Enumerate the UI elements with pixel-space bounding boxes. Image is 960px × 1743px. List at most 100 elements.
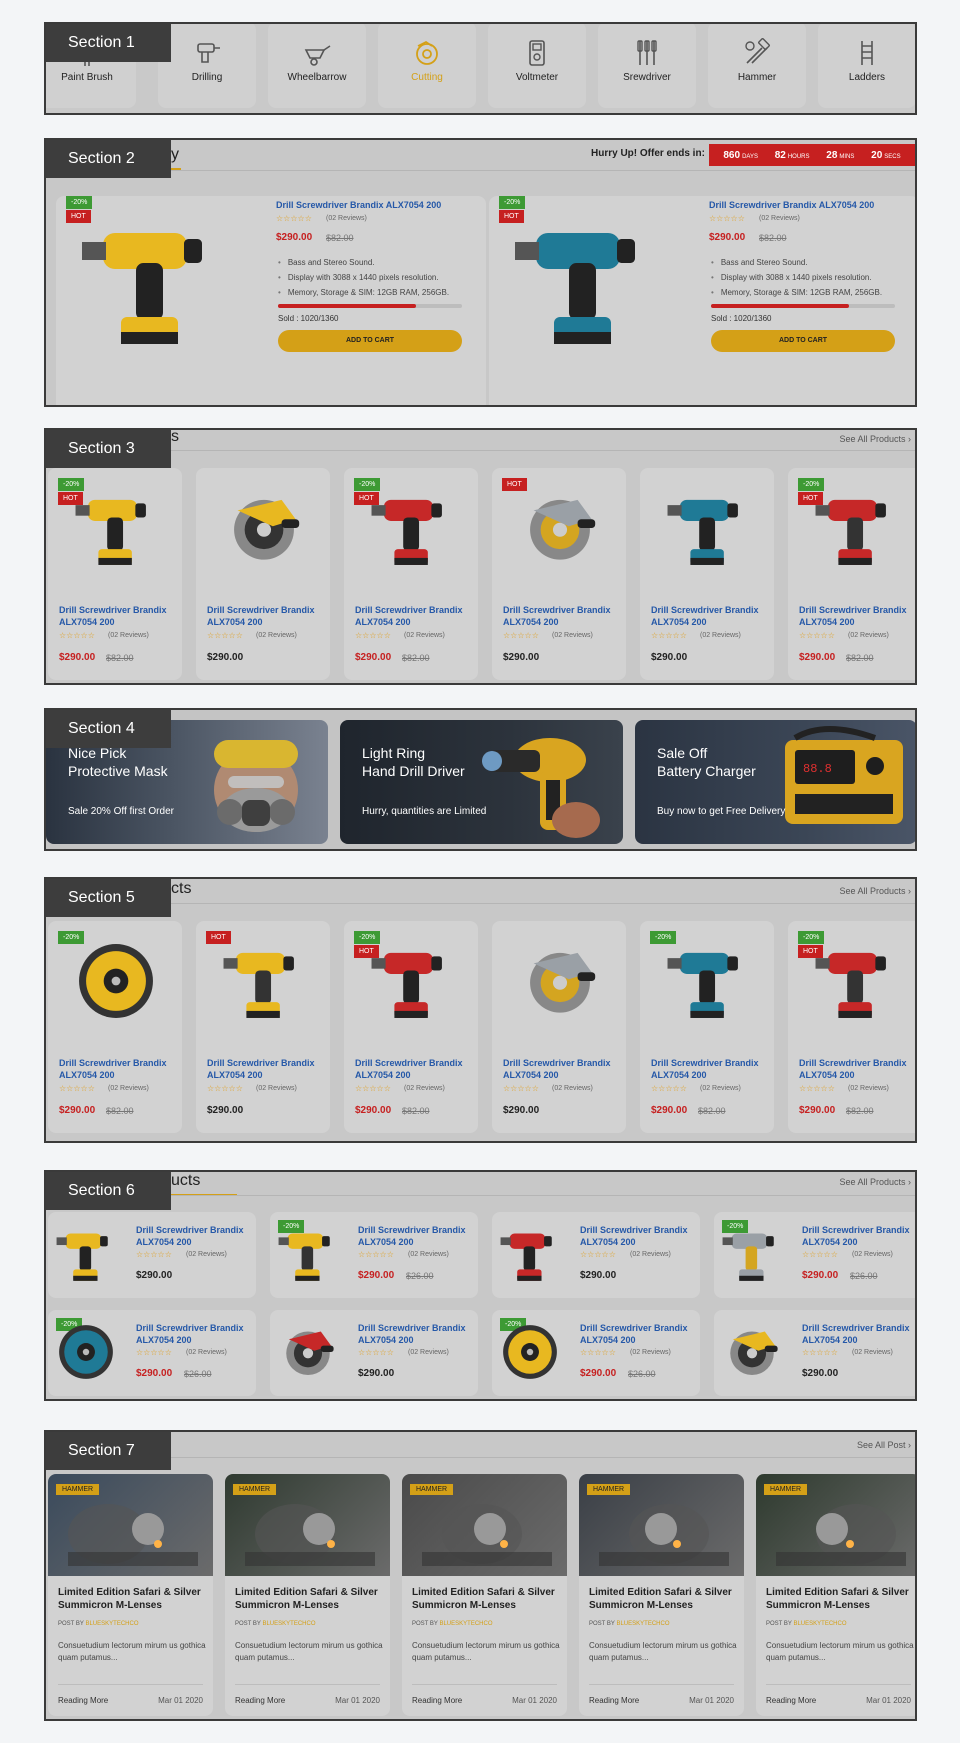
product-title-link[interactable]: Drill Screwdriver Brandix ALX7054 200	[503, 1057, 623, 1081]
post-divider	[58, 1684, 203, 1685]
read-more-link[interactable]: Reading More	[412, 1696, 462, 1705]
category-card-srewdriver[interactable]: Srewdriver	[598, 24, 696, 108]
product-tile[interactable]: Drill Screwdriver Brandix ALX7054 200 ☆☆☆…	[48, 1212, 256, 1298]
product-tile[interactable]: -20% Drill Screwdriver Brandix ALX7054 20…	[714, 1212, 915, 1298]
product-tile[interactable]: -20% Drill Screwdriver Brandix ALX7054 20…	[48, 1310, 256, 1396]
product-image	[54, 1222, 118, 1291]
post-category-tag[interactable]: HAMMER	[56, 1484, 100, 1495]
product-card[interactable]: -20% HOT Drill Screwdriver Brandix ALX7054…	[344, 921, 478, 1133]
see-all-products-link[interactable]: See All Products ›	[839, 434, 911, 444]
old-price: $26.00	[628, 1369, 656, 1379]
post-category-tag[interactable]: HAMMER	[587, 1484, 631, 1495]
product-title-link[interactable]: Drill Screwdriver Brandix ALX7054 200	[207, 604, 327, 628]
banner-hand-drill[interactable]: Light Ring Hand Drill Driver Hurry, quant…	[340, 720, 623, 844]
product-card[interactable]: -20% HOT Drill Screwdriver Brandix ALX7054…	[344, 468, 478, 680]
add-to-cart-button[interactable]: ADD TO CART	[711, 330, 895, 352]
product-price: $290.00	[580, 1270, 617, 1281]
product-tile[interactable]: -20% Drill Screwdriver Brandix ALX7054 20…	[270, 1212, 478, 1298]
product-card[interactable]: -20% Drill Screwdriver Brandix ALX7054 20…	[640, 921, 774, 1133]
blog-post-card[interactable]: HAMMER Limited Edition Safari & Silver Su…	[225, 1474, 390, 1716]
post-category-tag[interactable]: HAMMER	[410, 1484, 454, 1495]
sold-progress-fill	[711, 304, 849, 308]
product-title-link[interactable]: Drill Screwdriver Brandix ALX7054 200	[136, 1224, 246, 1248]
product-title-link[interactable]: Drill Screwdriver Brandix ALX7054 200	[59, 604, 179, 628]
post-category-tag[interactable]: HAMMER	[764, 1484, 808, 1495]
product-title-link[interactable]: Drill Screwdriver Brandix ALX7054 200	[276, 200, 441, 210]
product-card[interactable]: HOT Drill Screwdriver Brandix ALX7054 200…	[492, 468, 626, 680]
product-title-link[interactable]: Drill Screwdriver Brandix ALX7054 200	[709, 200, 874, 210]
product-title-link[interactable]: Drill Screwdriver Brandix ALX7054 200	[799, 1057, 915, 1081]
review-count: (02 Reviews)	[186, 1251, 227, 1258]
post-title-link[interactable]: Limited Edition Safari & Silver Summicro…	[58, 1586, 208, 1612]
section-label: Section 5	[46, 879, 171, 917]
review-count: (02 Reviews)	[700, 1085, 741, 1092]
category-card-cutting[interactable]: Cutting	[378, 24, 476, 108]
category-card-voltmeter[interactable]: Voltmeter	[488, 24, 586, 108]
rating-stars: ☆☆☆☆☆	[580, 1348, 616, 1357]
product-title-link[interactable]: Drill Screwdriver Brandix ALX7054 200	[136, 1322, 246, 1346]
see-all-products-link[interactable]: See All Products ›	[839, 1177, 911, 1187]
product-tile[interactable]: Drill Screwdriver Brandix ALX7054 200 ☆☆☆…	[714, 1310, 915, 1396]
product-title-link[interactable]: Drill Screwdriver Brandix ALX7054 200	[355, 604, 475, 628]
product-image	[516, 937, 604, 1030]
product-tile[interactable]: -20% Drill Screwdriver Brandix ALX7054 20…	[492, 1310, 700, 1396]
post-author-link[interactable]: BLUESKYTECHCO	[439, 1621, 492, 1627]
post-author-link[interactable]: BLUESKYTECHCO	[85, 1621, 138, 1627]
product-card[interactable]: Drill Screwdriver Brandix ALX7054 200 ☆☆☆…	[492, 921, 626, 1133]
hammer-wrench-icon	[742, 38, 772, 68]
section-banners: Section 4 Nice Pick Protective Mask Sale …	[44, 708, 917, 851]
product-title-link[interactable]: Drill Screwdriver Brandix ALX7054 200	[503, 604, 623, 628]
post-divider	[412, 1684, 557, 1685]
product-title-link[interactable]: Drill Screwdriver Brandix ALX7054 200	[580, 1224, 690, 1248]
product-title-link[interactable]: Drill Screwdriver Brandix ALX7054 200	[207, 1057, 327, 1081]
post-author: POST BY BLUESKYTECHCO	[589, 1621, 669, 1627]
blog-post-card[interactable]: HAMMER Limited Edition Safari & Silver Su…	[48, 1474, 213, 1716]
product-title-link[interactable]: Drill Screwdriver Brandix ALX7054 200	[799, 604, 915, 628]
see-all-posts-link[interactable]: See All Post ›	[857, 1440, 911, 1450]
banner-title: Sale Off Battery Charger	[657, 745, 756, 779]
product-card[interactable]: -20% HOT Drill Screwdriver Brandix ALX7054…	[48, 468, 182, 680]
post-title-link[interactable]: Limited Edition Safari & Silver Summicro…	[235, 1586, 385, 1612]
product-card[interactable]: Drill Screwdriver Brandix ALX7054 200 ☆☆☆…	[640, 468, 774, 680]
post-title-link[interactable]: Limited Edition Safari & Silver Summicro…	[412, 1586, 562, 1612]
blog-post-card[interactable]: HAMMER Limited Edition Safari & Silver Su…	[579, 1474, 744, 1716]
product-tile[interactable]: Drill Screwdriver Brandix ALX7054 200 ☆☆☆…	[270, 1310, 478, 1396]
product-card[interactable]: -20% Drill Screwdriver Brandix ALX7054 20…	[48, 921, 182, 1133]
category-card-drilling[interactable]: Drilling	[158, 24, 256, 108]
category-row: Paint Brush Drilling Wheelbarrow Cutting Vol…	[46, 24, 915, 113]
post-date: Mar 01 2020	[335, 1696, 380, 1705]
product-title-link[interactable]: Drill Screwdriver Brandix ALX7054 200	[802, 1322, 912, 1346]
product-title-link[interactable]: Drill Screwdriver Brandix ALX7054 200	[358, 1224, 468, 1248]
product-card[interactable]: Drill Screwdriver Brandix ALX7054 200 ☆☆☆…	[196, 468, 330, 680]
banner-battery-charger[interactable]: 88.8 Sale Off Battery Charger Buy now to …	[635, 720, 915, 844]
add-to-cart-button[interactable]: ADD TO CART	[278, 330, 462, 352]
post-title-link[interactable]: Limited Edition Safari & Silver Summicro…	[766, 1586, 915, 1612]
product-title-link[interactable]: Drill Screwdriver Brandix ALX7054 200	[651, 604, 771, 628]
product-title-link[interactable]: Drill Screwdriver Brandix ALX7054 200	[802, 1224, 912, 1248]
post-author-link[interactable]: BLUESKYTECHCO	[262, 1621, 315, 1627]
post-title-link[interactable]: Limited Edition Safari & Silver Summicro…	[589, 1586, 739, 1612]
read-more-link[interactable]: Reading More	[235, 1696, 285, 1705]
heading-divider	[46, 1195, 915, 1196]
category-card-ladders[interactable]: Ladders	[818, 24, 915, 108]
product-card[interactable]: -20% HOT Drill Screwdriver Brandix ALX7054…	[788, 468, 915, 680]
post-category-tag[interactable]: HAMMER	[233, 1484, 277, 1495]
product-card[interactable]: -20% HOT Drill Screwdriver Brandix ALX7054…	[788, 921, 915, 1133]
post-author-link[interactable]: BLUESKYTECHCO	[616, 1621, 669, 1627]
category-card-hammer[interactable]: Hammer	[708, 24, 806, 108]
read-more-link[interactable]: Reading More	[589, 1696, 639, 1705]
category-card-wheelbarrow[interactable]: Wheelbarrow	[268, 24, 366, 108]
product-title-link[interactable]: Drill Screwdriver Brandix ALX7054 200	[358, 1322, 468, 1346]
product-title-link[interactable]: Drill Screwdriver Brandix ALX7054 200	[651, 1057, 771, 1081]
read-more-link[interactable]: Reading More	[58, 1696, 108, 1705]
see-all-products-link[interactable]: See All Products ›	[839, 886, 911, 896]
product-card[interactable]: HOT Drill Screwdriver Brandix ALX7054 200…	[196, 921, 330, 1133]
product-title-link[interactable]: Drill Screwdriver Brandix ALX7054 200	[59, 1057, 179, 1081]
product-title-link[interactable]: Drill Screwdriver Brandix ALX7054 200	[355, 1057, 475, 1081]
blog-post-card[interactable]: HAMMER Limited Edition Safari & Silver Su…	[756, 1474, 915, 1716]
product-title-link[interactable]: Drill Screwdriver Brandix ALX7054 200	[580, 1322, 690, 1346]
blog-post-card[interactable]: HAMMER Limited Edition Safari & Silver Su…	[402, 1474, 567, 1716]
post-author-link[interactable]: BLUESKYTECHCO	[793, 1621, 846, 1627]
read-more-link[interactable]: Reading More	[766, 1696, 816, 1705]
product-tile[interactable]: Drill Screwdriver Brandix ALX7054 200 ☆☆☆…	[492, 1212, 700, 1298]
